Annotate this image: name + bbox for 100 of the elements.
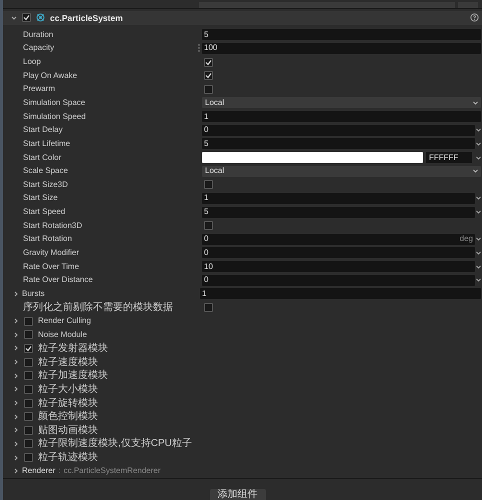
chevron-right-icon[interactable] (13, 332, 19, 338)
number-field[interactable]: 0 (202, 124, 475, 136)
chevron-right-icon[interactable] (13, 386, 19, 392)
color-swatch[interactable] (202, 152, 423, 163)
checkbox[interactable] (22, 13, 31, 22)
checkbox[interactable] (24, 384, 33, 394)
property-label: 序列化之前剔除不需要的模块数据 (23, 300, 173, 316)
checkbox[interactable] (24, 316, 33, 326)
number-field[interactable]: 100 (202, 42, 481, 54)
component-title: cc.ParticleSystem (50, 12, 124, 24)
property-label: Start Rotation3D (23, 220, 82, 232)
checkbox[interactable] (24, 439, 33, 448)
chevron-right-icon[interactable] (13, 345, 19, 352)
checkbox[interactable] (204, 58, 213, 67)
number-field[interactable]: 5 (202, 29, 481, 40)
checkbox[interactable] (204, 180, 213, 190)
property-label: Start Rotation (23, 233, 72, 246)
property-label: Start Lifetime (23, 138, 70, 150)
checkbox[interactable] (24, 426, 33, 435)
caret-icon (473, 169, 478, 174)
chevron-right-icon[interactable] (13, 468, 19, 474)
module-label: 粒子轨迹模块 (38, 450, 98, 466)
renderer-type: cc.ParticleSystemRenderer (64, 465, 161, 478)
checkbox[interactable] (24, 453, 33, 462)
property-label: Duration (23, 28, 54, 41)
chevron-right-icon[interactable] (13, 440, 19, 447)
number-field[interactable]: 0 deg (202, 234, 475, 245)
number-field[interactable]: 1 (202, 111, 481, 122)
number-field[interactable]: 1 (200, 288, 481, 300)
property-label: Bursts (22, 288, 45, 300)
checkbox[interactable] (204, 303, 213, 312)
property-label: Start Size (23, 192, 58, 204)
module-label: 粒子限制速度模块,仅支持CPU粒子 (38, 436, 192, 452)
module-label: Noise Module (38, 328, 87, 341)
chevron-right-icon[interactable] (13, 372, 19, 379)
caret-icon[interactable] (476, 142, 481, 146)
property-label: Start Size3D (23, 178, 68, 191)
select-dropdown[interactable]: Local (202, 166, 481, 177)
property-label: Simulation Speed (23, 110, 86, 123)
chevron-right-icon[interactable] (13, 290, 19, 297)
chevron-right-icon[interactable] (13, 359, 19, 366)
module-label: 粒子发射器模块 (38, 342, 108, 356)
checkbox[interactable] (24, 412, 33, 422)
property-label: Start Delay (23, 124, 63, 136)
chevron-down-icon[interactable] (11, 14, 17, 21)
property-label: Loop (23, 56, 41, 68)
drag-handle-icon[interactable] (198, 44, 200, 52)
particle-icon (36, 13, 45, 22)
module-label: 贴图动画模块 (38, 424, 98, 438)
renderer-label: Renderer (22, 465, 56, 478)
chevron-right-icon[interactable] (13, 454, 19, 461)
chevron-right-icon[interactable] (13, 400, 19, 406)
number-field[interactable]: 0 (202, 247, 475, 258)
property-label: Rate Over Time (23, 260, 80, 273)
checkbox[interactable] (24, 330, 33, 340)
component-header[interactable]: cc.ParticleSystem (3, 10, 482, 25)
module-label: 粒子速度模块 (38, 356, 98, 370)
chevron-right-icon[interactable] (13, 414, 19, 420)
help-icon[interactable] (470, 13, 479, 22)
number-field[interactable]: 0 (202, 274, 475, 286)
chevron-right-icon[interactable] (13, 318, 19, 324)
checkbox[interactable] (204, 84, 213, 94)
module-label: 粒子旋转模块 (38, 396, 98, 410)
property-label: Prewarm (23, 83, 56, 96)
caret-icon[interactable] (476, 264, 481, 269)
number-field[interactable]: 5 (202, 138, 475, 150)
caret-icon[interactable] (476, 128, 481, 132)
property-label: Simulation Space (23, 96, 86, 109)
caret-icon[interactable] (476, 156, 481, 160)
checkbox[interactable] (204, 221, 213, 230)
number-field[interactable]: 1 (202, 192, 475, 204)
property-label: Scale Space (23, 165, 68, 178)
checkbox[interactable] (24, 398, 33, 408)
unit-label: deg (460, 235, 473, 244)
chevron-right-icon[interactable] (13, 427, 19, 434)
module-label: 粒子大小模块 (38, 382, 98, 397)
add-component-button[interactable]: 添加组件 (210, 489, 266, 500)
number-field[interactable]: 5 (202, 206, 475, 218)
caret-icon (473, 100, 478, 105)
property-label: Capacity (23, 42, 54, 54)
checkbox[interactable] (204, 71, 213, 80)
module-label: Render Culling (38, 315, 91, 328)
property-label: Start Speed (23, 206, 66, 218)
property-label: Start Color (23, 152, 62, 164)
caret-icon[interactable] (476, 237, 481, 242)
caret-icon[interactable] (476, 250, 481, 255)
hex-field[interactable]: FFFFFF (426, 152, 472, 163)
caret-icon[interactable] (476, 196, 481, 200)
caret-icon[interactable] (476, 278, 481, 282)
select-dropdown[interactable]: Local (202, 97, 481, 108)
separator-label: : (58, 465, 61, 478)
module-label: 粒子加速度模块 (38, 368, 108, 384)
number-field[interactable]: 10 (202, 261, 475, 272)
property-label: Play On Awake (23, 70, 78, 82)
checkbox[interactable] (24, 371, 33, 380)
property-label: Gravity Modifier (23, 246, 80, 259)
caret-icon[interactable] (476, 210, 481, 214)
checkbox[interactable] (24, 344, 33, 353)
checkbox[interactable] (24, 358, 33, 367)
property-label: Rate Over Distance (23, 274, 93, 286)
